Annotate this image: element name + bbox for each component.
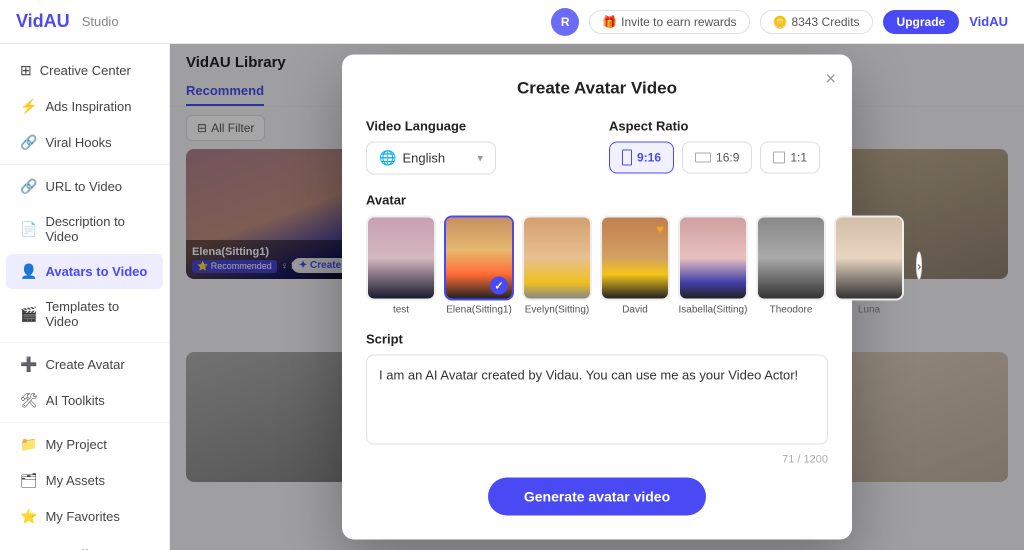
- aspect-ratio-label: Aspect Ratio: [609, 119, 828, 134]
- topbar-left: VidAU Studio: [16, 11, 119, 32]
- sidebar-item-avatars-to-video[interactable]: 👤 Avatars to Video: [6, 254, 163, 289]
- plus-icon: ➕: [20, 356, 37, 373]
- link-icon: 🔗: [20, 178, 37, 195]
- avatar-name-theodore: Theodore: [770, 305, 813, 316]
- sidebar-item-create-avatar[interactable]: ➕ Create Avatar: [6, 347, 163, 382]
- collapse-button[interactable]: «: [0, 535, 169, 550]
- generate-btn-wrap: Generate avatar video: [366, 478, 828, 516]
- avatar-name-elena: Elena(Sitting1): [446, 305, 512, 316]
- portrait-icon: [622, 150, 632, 166]
- avatar-icon: 👤: [20, 263, 37, 280]
- sidebar-item-label: My Favorites: [45, 509, 119, 524]
- sidebar-item-label: Create Avatar: [45, 357, 124, 372]
- language-col: Video Language 🌐 English ▾: [366, 119, 585, 175]
- sidebar-item-label: Creative Center: [40, 63, 131, 78]
- script-count: 71 / 1200: [366, 454, 828, 466]
- topbar: VidAU Studio R 🎁 Invite to earn rewards …: [0, 0, 1024, 44]
- sidebar-divider-3: [0, 422, 169, 423]
- avatar-name-david: David: [622, 305, 648, 316]
- studio-label: Studio: [82, 14, 119, 29]
- template-icon: 🎬: [20, 306, 37, 323]
- avatar-grid: test ✓ Elena(Sitting1): [366, 216, 828, 316]
- avatar-elena[interactable]: ✓ Elena(Sitting1): [444, 216, 514, 316]
- grid-icon: ⊞: [20, 62, 32, 79]
- sidebar-item-ads-inspiration[interactable]: ⚡ Ads Inspiration: [6, 89, 163, 124]
- avatar-label: Avatar: [366, 193, 828, 208]
- avatar-luna[interactable]: Luna: [834, 216, 904, 316]
- script-input[interactable]: I am an AI Avatar created by Vidau. You …: [366, 355, 828, 445]
- sidebar-item-label: My Assets: [46, 473, 105, 488]
- language-value: English: [402, 151, 445, 166]
- doc-icon: 📄: [20, 221, 37, 238]
- create-avatar-modal: Create Avatar Video × Video Language 🌐 E…: [342, 55, 852, 540]
- avatar-section: Avatar test ✓ El: [366, 193, 828, 316]
- upgrade-button[interactable]: Upgrade: [883, 10, 960, 34]
- topbar-right: R 🎁 Invite to earn rewards 🪙 8343 Credit…: [551, 8, 1008, 36]
- language-label: Video Language: [366, 119, 585, 134]
- coin-icon: 🪙: [773, 15, 788, 29]
- sidebar-item-desc-to-video[interactable]: 📄 Description to Video: [6, 205, 163, 253]
- avatar-test[interactable]: test: [366, 216, 436, 316]
- avatar-isabella[interactable]: Isabella(Sitting): [678, 216, 748, 316]
- hook-icon: 🔗: [20, 134, 37, 151]
- script-label: Script: [366, 332, 828, 347]
- language-dropdown[interactable]: 🌐 English ▾: [366, 142, 496, 175]
- avatar-evelyn[interactable]: Evelyn(Sitting): [522, 216, 592, 316]
- sidebar-item-label: AI Toolkits: [46, 393, 105, 408]
- sidebar-item-label: URL to Video: [45, 179, 122, 194]
- sidebar-item-my-assets[interactable]: 🗂 My Assets: [6, 463, 163, 498]
- landscape-icon: [695, 153, 711, 163]
- modal-row-1: Video Language 🌐 English ▾ Aspect Ratio …: [366, 119, 828, 175]
- invite-button[interactable]: 🎁 Invite to earn rewards: [589, 10, 749, 34]
- aspect-9-16-button[interactable]: 9:16: [609, 142, 674, 174]
- sidebar-divider: [0, 164, 169, 165]
- assets-icon: 🗂: [20, 472, 38, 489]
- sidebar-item-label: Viral Hooks: [45, 135, 111, 150]
- sidebar-item-label: Ads Inspiration: [45, 99, 131, 114]
- avatar-theodore[interactable]: Theodore: [756, 216, 826, 316]
- lightning-icon: ⚡: [20, 98, 37, 115]
- gift-icon: 🎁: [602, 15, 617, 29]
- aspect-ratio-col: Aspect Ratio 9:16 16:9 1:1: [609, 119, 828, 174]
- user-label: VidAU: [969, 14, 1008, 29]
- sidebar-item-label: My Project: [45, 437, 106, 452]
- generate-avatar-video-button[interactable]: Generate avatar video: [488, 478, 706, 516]
- avatar-name-evelyn: Evelyn(Sitting): [525, 305, 589, 316]
- star-icon: ⭐: [20, 508, 37, 525]
- sidebar-divider-2: [0, 342, 169, 343]
- folder-icon: 📁: [20, 436, 37, 453]
- logo: VidAU: [16, 11, 70, 32]
- modal-close-button[interactable]: ×: [825, 69, 836, 90]
- avatar-name-test: test: [393, 305, 409, 316]
- layout: ⊞ Creative Center ⚡ Ads Inspiration 🔗 Vi…: [0, 44, 1024, 550]
- tools-icon: 🛠: [20, 392, 38, 409]
- sidebar-item-creative-center[interactable]: ⊞ Creative Center: [6, 53, 163, 88]
- main-content: VidAU Library Recommend ⊟ All Filter Ele…: [170, 44, 1024, 550]
- aspect-ratio-buttons: 9:16 16:9 1:1: [609, 142, 828, 174]
- sidebar-item-label: Description to Video: [45, 214, 149, 244]
- aspect-1-1-button[interactable]: 1:1: [760, 142, 820, 174]
- avatar-david[interactable]: ♥ David: [600, 216, 670, 316]
- avatar-name-isabella: Isabella(Sitting): [679, 305, 748, 316]
- sidebar-item-ai-toolkits[interactable]: 🛠 AI Toolkits: [6, 383, 163, 418]
- sidebar: ⊞ Creative Center ⚡ Ads Inspiration 🔗 Vi…: [0, 44, 170, 550]
- sidebar-item-my-favorites[interactable]: ⭐ My Favorites: [6, 499, 163, 534]
- globe-icon: 🌐: [379, 150, 396, 167]
- sidebar-item-templates-to-video[interactable]: 🎬 Templates to Video: [6, 290, 163, 338]
- script-section: Script I am an AI Avatar created by Vida…: [366, 332, 828, 466]
- modal-title: Create Avatar Video: [366, 79, 828, 99]
- square-icon: [773, 152, 785, 164]
- chevron-down-icon: ▾: [477, 152, 483, 165]
- credits-button[interactable]: 🪙 8343 Credits: [760, 10, 873, 34]
- avatar-name-luna: Luna: [858, 305, 880, 316]
- aspect-16-9-button[interactable]: 16:9: [682, 142, 752, 174]
- sidebar-item-my-project[interactable]: 📁 My Project: [6, 427, 163, 462]
- sidebar-item-url-to-video[interactable]: 🔗 URL to Video: [6, 169, 163, 204]
- avatar: R: [551, 8, 579, 36]
- sidebar-item-label: Avatars to Video: [45, 264, 147, 279]
- sidebar-item-viral-hooks[interactable]: 🔗 Viral Hooks: [6, 125, 163, 160]
- sidebar-item-label: Templates to Video: [45, 299, 149, 329]
